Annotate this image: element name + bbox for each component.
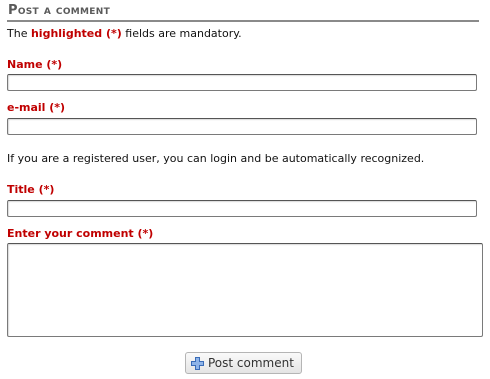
name-label: Name (*) (7, 58, 63, 71)
comment-form: Post a comment The highlighted (*) field… (7, 0, 483, 374)
login-note: If you are a registered user, you can lo… (7, 152, 425, 165)
title-label: Title (*) (7, 183, 55, 196)
name-input[interactable] (7, 74, 477, 91)
mandatory-note-prefix: The (7, 27, 31, 40)
title-input[interactable] (7, 200, 477, 217)
comment-textarea[interactable] (7, 243, 483, 337)
form-heading: Post a comment (7, 0, 479, 22)
mandatory-note-suffix: fields are mandatory. (121, 27, 242, 40)
email-input[interactable] (7, 118, 477, 135)
mandatory-note: The highlighted (*) fields are mandatory… (7, 27, 242, 40)
email-label: e-mail (*) (7, 101, 66, 114)
mandatory-highlight: highlighted (*) (30, 27, 122, 40)
post-comment-button[interactable]: Post comment (185, 352, 302, 374)
comment-label: Enter your comment (*) (7, 227, 154, 240)
plus-icon (191, 356, 204, 370)
post-comment-label: Post comment (208, 356, 294, 370)
